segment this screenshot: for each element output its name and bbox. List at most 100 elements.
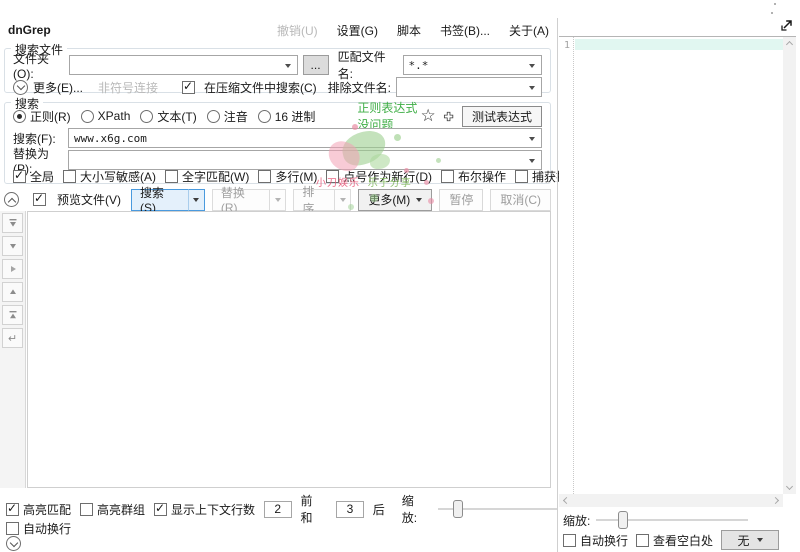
previous-file-button[interactable] — [2, 305, 23, 325]
scroll-left-icon[interactable] — [563, 497, 570, 504]
preview-wrap-checkbox[interactable] — [563, 534, 576, 547]
menu-script[interactable]: 脚本 — [397, 22, 421, 39]
capture-groups-checkbox[interactable] — [515, 170, 528, 183]
menu-bar: 撤销(U) 设置(G) 脚本 书签(B)... 关于(A) — [277, 22, 549, 39]
radio-xpath-label: XPath — [98, 109, 131, 123]
view-whitespace-checkbox[interactable] — [636, 534, 649, 547]
browse-button[interactable]: ... — [303, 55, 329, 75]
replace-split-button[interactable]: 替换(R) — [212, 189, 287, 211]
boolean-operators-checkbox[interactable] — [441, 170, 454, 183]
wrap-row: 自动换行 — [6, 520, 71, 536]
scroll-to-current-button[interactable]: ↵ — [2, 328, 23, 348]
add-bookmark-plus-icon[interactable] — [443, 108, 454, 125]
dot-as-newline-label: 点号作为新行(D) — [343, 168, 432, 185]
more-label[interactable]: 更多(E)... — [33, 79, 83, 96]
results-options-expander[interactable] — [6, 536, 21, 551]
whitespace-mode-dropdown[interactable]: 无 — [721, 530, 779, 550]
search-group: 搜索 正则(R) XPath 文本(T) 注音 16 进制 正则表达式没问题 ☆… — [4, 102, 551, 184]
whole-word-checkbox[interactable] — [165, 170, 178, 183]
exclude-combobox[interactable] — [396, 77, 542, 97]
radio-regex[interactable] — [13, 110, 26, 123]
whitespace-mode-value: 无 — [738, 532, 750, 549]
file-group: 搜索文件 文件夹(O): ... 匹配文件名: *.* 更多(E)... 非符号… — [4, 48, 551, 93]
collapse-options-expander[interactable] — [4, 192, 19, 207]
sort-button-label: 排序 — [293, 189, 334, 211]
exclude-label: 排除文件名: — [328, 79, 391, 96]
results-wrap-label: 自动换行 — [23, 520, 71, 537]
active-line-highlight — [575, 39, 783, 50]
panel-splitter[interactable] — [557, 18, 558, 552]
horizontal-scrollbar[interactable] — [559, 494, 783, 507]
scroll-down-icon[interactable] — [786, 483, 793, 490]
folder-combobox[interactable] — [69, 55, 297, 75]
preview-file-checkbox[interactable] — [33, 193, 46, 206]
radio-text-label: 文本(T) — [157, 108, 196, 125]
bookmark-star-icon[interactable]: ☆ — [421, 109, 436, 123]
results-list[interactable] — [27, 211, 551, 488]
more-options-expander[interactable] — [13, 80, 28, 95]
search-archives-checkbox[interactable] — [182, 81, 195, 94]
popout-preview-icon[interactable] — [779, 18, 794, 33]
preview-options-row: 自动换行 查看空白处 无 — [563, 530, 779, 550]
more-button-label: 更多(M) — [368, 191, 410, 208]
menu-undo: 撤销(U) — [277, 22, 318, 39]
replace-button-label: 替换(R) — [212, 189, 270, 211]
global-label: 全局 — [30, 168, 54, 185]
search-dropdown-arrow[interactable] — [188, 189, 205, 211]
previous-match-button[interactable] — [2, 282, 23, 302]
sort-split-button[interactable]: 排序 — [293, 189, 351, 211]
header: dnGrep 撤销(U) 设置(G) 脚本 书签(B)... 关于(A) — [8, 22, 549, 38]
radio-phonetic-label: 注音 — [224, 108, 248, 125]
search-for-combobox[interactable]: www.x6g.com — [68, 128, 542, 148]
scroll-up-icon[interactable] — [786, 41, 793, 48]
menu-about[interactable]: 关于(A) — [509, 22, 549, 39]
next-match-button[interactable] — [2, 236, 23, 256]
more-menu-button[interactable]: 更多(M) — [358, 189, 432, 211]
whole-word-label: 全字匹配(W) — [182, 168, 249, 185]
line-number-gutter: 1 — [559, 37, 574, 494]
results-zoom-slider[interactable] — [438, 500, 557, 518]
match-pattern-combobox[interactable]: *.* — [403, 55, 543, 75]
context-lines-label: 显示上下文行数 — [171, 501, 255, 518]
radio-hex[interactable] — [258, 110, 271, 123]
radio-xpath[interactable] — [81, 110, 94, 123]
view-whitespace-label: 查看空白处 — [653, 532, 713, 549]
search-split-button[interactable]: 搜索(S) — [131, 189, 205, 211]
radio-text[interactable] — [140, 110, 153, 123]
search-archives-label: 在压缩文件中搜索(C) — [204, 79, 317, 96]
context-before-input[interactable]: 2 — [264, 501, 291, 518]
search-button-label[interactable]: 搜索(S) — [131, 189, 188, 211]
dot-as-newline-checkbox[interactable] — [326, 170, 339, 183]
next-file-button[interactable] — [2, 213, 23, 233]
global-checkbox[interactable] — [13, 170, 26, 183]
test-expression-button[interactable]: 测试表达式 — [462, 106, 542, 127]
context-lines-checkbox[interactable] — [154, 503, 167, 516]
highlight-matches-checkbox[interactable] — [6, 503, 19, 516]
scroll-right-icon[interactable] — [772, 497, 779, 504]
case-sensitive-label: 大小写敏感(A) — [80, 168, 156, 185]
context-after-input[interactable]: 3 — [336, 501, 363, 518]
screen-artifact-dots — [771, 3, 779, 15]
result-nav-strip: ↵ — [2, 213, 25, 348]
arrow-up-to-bar-icon — [7, 309, 19, 321]
current-match-button[interactable] — [2, 259, 23, 279]
radio-phonetic[interactable] — [207, 110, 220, 123]
multiline-checkbox[interactable] — [258, 170, 271, 183]
case-sensitive-checkbox[interactable] — [63, 170, 76, 183]
context-mid-label: 前 和 — [301, 492, 328, 526]
arrow-down-to-bar-icon — [7, 217, 19, 229]
preview-zoom-slider[interactable] — [596, 511, 748, 529]
arrow-right-icon — [7, 263, 19, 275]
highlight-groups-label: 高亮群组 — [97, 501, 145, 518]
line-number: 1 — [564, 40, 570, 51]
context-end-label: 后 — [373, 501, 385, 518]
menu-bookmarks[interactable]: 书签(B)... — [440, 22, 490, 39]
sort-dropdown-arrow — [334, 189, 351, 211]
vertical-scrollbar[interactable] — [783, 37, 796, 494]
preview-editor[interactable]: 1 — [559, 36, 796, 494]
menu-settings[interactable]: 设置(G) — [337, 22, 378, 39]
search-for-value: www.x6g.com — [74, 132, 147, 145]
results-wrap-checkbox[interactable] — [6, 522, 19, 535]
results-options-bar: 高亮匹配 高亮群组 显示上下文行数 2 前 和 3 后 缩放: — [6, 500, 557, 518]
highlight-groups-checkbox[interactable] — [80, 503, 93, 516]
